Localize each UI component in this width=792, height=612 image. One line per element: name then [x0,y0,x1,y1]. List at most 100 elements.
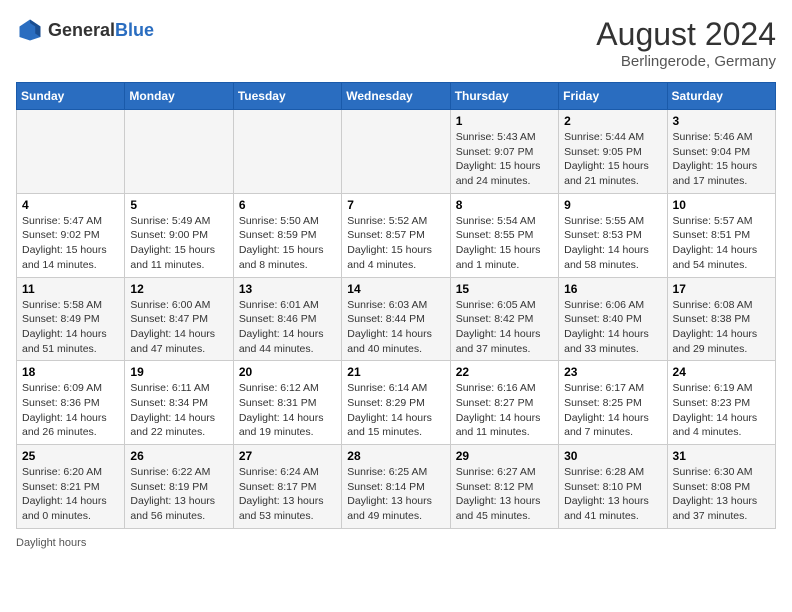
day-info: Sunrise: 6:27 AM Sunset: 8:12 PM Dayligh… [456,465,553,524]
table-row: 23Sunrise: 6:17 AM Sunset: 8:25 PM Dayli… [559,361,667,445]
header-thursday: Thursday [450,83,558,110]
day-info: Sunrise: 6:11 AM Sunset: 8:34 PM Dayligh… [130,381,227,440]
table-row: 15 Sunrise: 6:05 AM Sunset: 8:42 PM Dayli… [450,277,558,361]
day-number: 17 [673,282,770,296]
table-row [233,110,341,194]
day-number: 9 [564,198,661,212]
day-info: Sunrise: 5:58 AM Sunset: 8:49 PM Dayligh… [22,298,119,357]
day-number: 22 [456,365,553,379]
calendar-week-row: 11 Sunrise: 5:58 AM Sunset: 8:49 PM Dayli… [17,277,776,361]
day-number: 10 [673,198,770,212]
day-number: 30 [564,449,661,463]
day-number: 21 [347,365,444,379]
day-number: 27 [239,449,336,463]
day-number: 7 [347,198,444,212]
table-row: 4 Sunrise: 5:47 AM Sunset: 9:02 PM Daylig… [17,193,125,277]
header-monday: Monday [125,83,233,110]
table-row: 11 Sunrise: 5:58 AM Sunset: 8:49 PM Dayli… [17,277,125,361]
day-info: Sunrise: 6:06 AM Sunset: 8:40 PM Dayligh… [564,298,661,357]
day-number: 24 [673,365,770,379]
table-row: 6Sunrise: 5:50 AM Sunset: 8:59 PM Daylig… [233,193,341,277]
day-info: Sunrise: 6:16 AM Sunset: 8:27 PM Dayligh… [456,381,553,440]
day-info: Sunrise: 5:43 AM Sunset: 9:07 PM Dayligh… [456,130,553,189]
table-row: 3Sunrise: 5:46 AM Sunset: 9:04 PM Daylig… [667,110,775,194]
header-tuesday: Tuesday [233,83,341,110]
table-row [342,110,450,194]
day-number: 16 [564,282,661,296]
calendar-table: Sunday Monday Tuesday Wednesday Thursday… [16,82,776,529]
month-year: August 2024 [596,16,776,53]
table-row: 26 Sunrise: 6:22 AM Sunset: 8:19 PM Dayli… [125,445,233,529]
day-number: 15 [456,282,553,296]
table-row: 7 Sunrise: 5:52 AM Sunset: 8:57 PM Daylig… [342,193,450,277]
table-row [17,110,125,194]
calendar-week-row: 1 Sunrise: 5:43 AM Sunset: 9:07 PM Daylig… [17,110,776,194]
day-info: Sunrise: 5:49 AM Sunset: 9:00 PM Dayligh… [130,214,227,273]
table-row: 28 Sunrise: 6:25 AM Sunset: 8:14 PM Dayli… [342,445,450,529]
day-info: Sunrise: 6:08 AM Sunset: 8:38 PM Dayligh… [673,298,770,357]
day-number: 5 [130,198,227,212]
day-info: Sunrise: 6:03 AM Sunset: 8:44 PM Dayligh… [347,298,444,357]
day-info: Sunrise: 6:01 AM Sunset: 8:46 PM Dayligh… [239,298,336,357]
day-info: Sunrise: 6:24 AM Sunset: 8:17 PM Dayligh… [239,465,336,524]
table-row: 30Sunrise: 6:28 AM Sunset: 8:10 PM Dayli… [559,445,667,529]
day-info: Sunrise: 5:55 AM Sunset: 8:53 PM Dayligh… [564,214,661,273]
day-number: 29 [456,449,553,463]
table-row: 29 Sunrise: 6:27 AM Sunset: 8:12 PM Dayli… [450,445,558,529]
logo-general: General [48,20,115,40]
day-info: Sunrise: 6:20 AM Sunset: 8:21 PM Dayligh… [22,465,119,524]
footer-note: Daylight hours [16,537,776,549]
calendar-week-row: 25 Sunrise: 6:20 AM Sunset: 8:21 PM Dayli… [17,445,776,529]
day-info: Sunrise: 6:25 AM Sunset: 8:14 PM Dayligh… [347,465,444,524]
day-number: 12 [130,282,227,296]
location: Berlingerode, Germany [596,53,776,70]
day-info: Sunrise: 6:14 AM Sunset: 8:29 PM Dayligh… [347,381,444,440]
day-number: 19 [130,365,227,379]
header-saturday: Saturday [667,83,775,110]
day-number: 8 [456,198,553,212]
table-row: 14 Sunrise: 6:03 AM Sunset: 8:44 PM Dayli… [342,277,450,361]
calendar-week-row: 18Sunrise: 6:09 AM Sunset: 8:36 PM Dayli… [17,361,776,445]
day-number: 26 [130,449,227,463]
day-info: Sunrise: 6:00 AM Sunset: 8:47 PM Dayligh… [130,298,227,357]
day-number: 13 [239,282,336,296]
day-number: 31 [673,449,770,463]
day-info: Sunrise: 5:44 AM Sunset: 9:05 PM Dayligh… [564,130,661,189]
calendar-header-row: Sunday Monday Tuesday Wednesday Thursday… [17,83,776,110]
day-info: Sunrise: 6:05 AM Sunset: 8:42 PM Dayligh… [456,298,553,357]
day-number: 6 [239,198,336,212]
table-row: 17 Sunrise: 6:08 AM Sunset: 8:38 PM Dayli… [667,277,775,361]
table-row: 16 Sunrise: 6:06 AM Sunset: 8:40 PM Dayli… [559,277,667,361]
day-number: 20 [239,365,336,379]
day-number: 2 [564,114,661,128]
header-sunday: Sunday [17,83,125,110]
logo-blue: Blue [115,20,154,40]
day-number: 28 [347,449,444,463]
day-info: Sunrise: 5:52 AM Sunset: 8:57 PM Dayligh… [347,214,444,273]
day-info: Sunrise: 6:17 AM Sunset: 8:25 PM Dayligh… [564,381,661,440]
title-block: August 2024 Berlingerode, Germany [596,16,776,70]
day-number: 1 [456,114,553,128]
table-row: 18Sunrise: 6:09 AM Sunset: 8:36 PM Dayli… [17,361,125,445]
page-header: GeneralBlue August 2024 Berlingerode, Ge… [16,16,776,70]
table-row: 21 Sunrise: 6:14 AM Sunset: 8:29 PM Dayli… [342,361,450,445]
table-row: 13 Sunrise: 6:01 AM Sunset: 8:46 PM Dayli… [233,277,341,361]
day-info: Sunrise: 5:46 AM Sunset: 9:04 PM Dayligh… [673,130,770,189]
day-number: 11 [22,282,119,296]
header-wednesday: Wednesday [342,83,450,110]
day-info: Sunrise: 5:47 AM Sunset: 9:02 PM Dayligh… [22,214,119,273]
day-number: 4 [22,198,119,212]
day-info: Sunrise: 6:30 AM Sunset: 8:08 PM Dayligh… [673,465,770,524]
day-number: 14 [347,282,444,296]
table-row: 9 Sunrise: 5:55 AM Sunset: 8:53 PM Daylig… [559,193,667,277]
table-row: 24 Sunrise: 6:19 AM Sunset: 8:23 PM Dayli… [667,361,775,445]
day-number: 25 [22,449,119,463]
table-row: 10Sunrise: 5:57 AM Sunset: 8:51 PM Dayli… [667,193,775,277]
logo-icon [16,16,44,44]
day-info: Sunrise: 6:12 AM Sunset: 8:31 PM Dayligh… [239,381,336,440]
day-info: Sunrise: 6:22 AM Sunset: 8:19 PM Dayligh… [130,465,227,524]
day-number: 18 [22,365,119,379]
table-row: 20 Sunrise: 6:12 AM Sunset: 8:31 PM Dayli… [233,361,341,445]
table-row: 12 Sunrise: 6:00 AM Sunset: 8:47 PM Dayli… [125,277,233,361]
day-info: Sunrise: 6:19 AM Sunset: 8:23 PM Dayligh… [673,381,770,440]
